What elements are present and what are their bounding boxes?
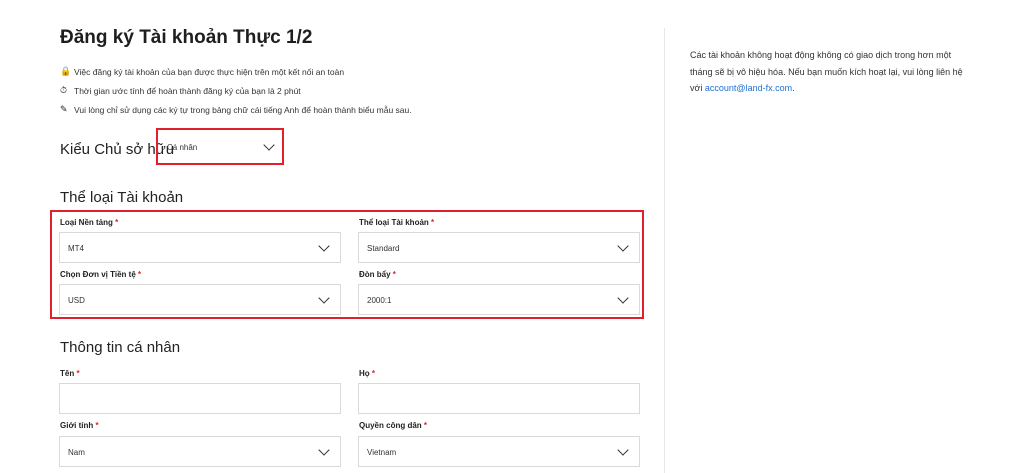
chevron-down-icon: [318, 444, 330, 456]
chevron-down-icon: [263, 139, 275, 151]
platform-label: Loại Nền tảng *: [60, 218, 119, 227]
first-name-label: Tên *: [60, 369, 80, 378]
chevron-down-icon: [617, 240, 629, 252]
currency-select[interactable]: USD: [59, 284, 341, 315]
note-text: Vui lòng chỉ sử dụng các ký tự trong bản…: [74, 104, 412, 115]
gender-label: Giới tính *: [60, 421, 99, 430]
personal-info-heading: Thông tin cá nhân: [60, 339, 181, 356]
gender-select[interactable]: Nam: [59, 436, 341, 467]
pencil-icon: ✎: [60, 104, 68, 114]
note-text: Việc đăng ký tài khoản của bạn được thực…: [74, 66, 345, 77]
chevron-down-icon: [318, 292, 330, 304]
page-title: Đăng ký Tài khoản Thực 1/2: [60, 27, 313, 48]
platform-select[interactable]: MT4: [59, 232, 341, 263]
owner-type-select[interactable]: Cá nhân: [156, 128, 284, 165]
leverage-value: 2000:1: [367, 296, 392, 305]
chevron-down-icon: [617, 292, 629, 304]
citizenship-label: Quyền công dân *: [359, 421, 428, 430]
platform-value: MT4: [68, 244, 84, 253]
sidebar-notice: Các tài khoản không hoạt động không có g…: [690, 50, 963, 93]
chevron-down-icon: [617, 444, 629, 456]
first-name-input[interactable]: [59, 383, 341, 414]
citizenship-select[interactable]: Vietnam: [358, 436, 640, 467]
support-email-link[interactable]: account@land-fx.com: [705, 83, 792, 93]
note-text: Thời gian ước tính để hoàn thành đăng ký…: [74, 85, 301, 96]
account-type-heading: Thể loại Tài khoản: [60, 189, 184, 206]
leverage-select[interactable]: 2000:1: [358, 284, 640, 315]
column-divider: [664, 28, 665, 473]
gender-value: Nam: [68, 448, 85, 457]
note-time: ⏱ Thời gian ước tính để hoàn thành đăng …: [60, 81, 412, 100]
leverage-label: Đòn bẩy *: [359, 270, 396, 279]
last-name-input[interactable]: [358, 383, 640, 414]
note-secure: 🔒 Việc đăng ký tài khoản của bạn được th…: [60, 62, 412, 81]
account-type-value: Standard: [367, 244, 400, 253]
chevron-down-icon: [318, 240, 330, 252]
citizenship-value: Vietnam: [367, 448, 397, 457]
account-type-select[interactable]: Standard: [358, 232, 640, 263]
owner-type-value: Cá nhân: [167, 143, 198, 152]
account-type-label: Thể loại Tài khoản *: [359, 218, 435, 227]
last-name-label: Họ *: [359, 369, 376, 378]
lock-icon: 🔒: [60, 66, 72, 76]
currency-label: Chọn Đơn vị Tiền tệ *: [60, 270, 142, 279]
note-alphabet: ✎ Vui lòng chỉ sử dụng các ký tự trong b…: [60, 100, 412, 119]
currency-value: USD: [68, 296, 85, 305]
stopwatch-icon: ⏱: [60, 85, 68, 95]
info-notes: 🔒 Việc đăng ký tài khoản của bạn được th…: [60, 62, 412, 119]
